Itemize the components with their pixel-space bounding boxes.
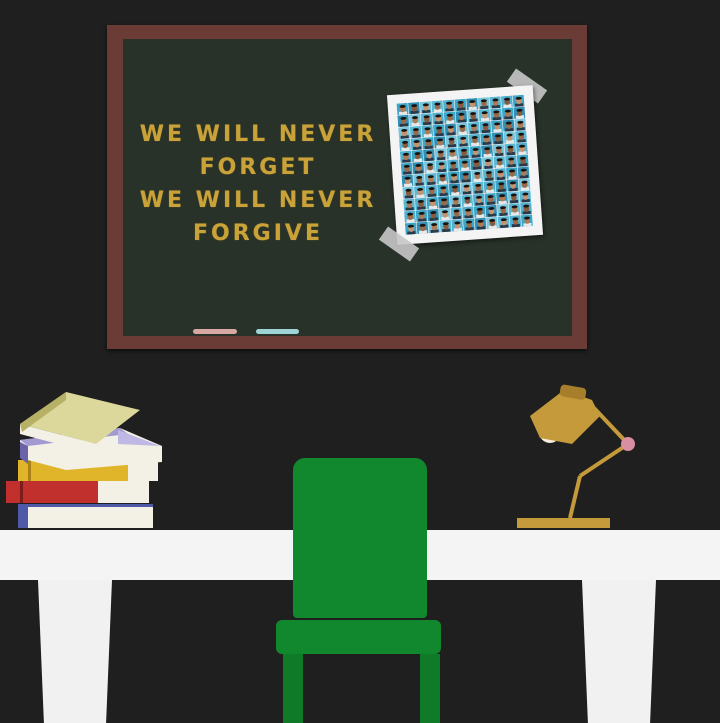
desk-lamp-icon <box>517 384 635 528</box>
message-line-3: WE WILL NEVER <box>139 188 377 213</box>
chair-leg-left <box>283 654 303 723</box>
board-message: WE WILL NEVER FORGET WE WILL NEVER FORGI… <box>118 118 398 250</box>
chair-leg-right <box>420 654 440 723</box>
book-stack-icon <box>6 392 162 528</box>
chalk-pink <box>193 329 237 334</box>
chair-seat <box>276 620 441 654</box>
desk-leg-right <box>582 580 656 723</box>
collage-grid <box>396 94 533 235</box>
scene: WE WILL NEVER FORGET WE WILL NEVER FORGI… <box>0 0 720 723</box>
message-line-4: FORGIVE <box>193 221 323 246</box>
message-line-1: WE WILL NEVER <box>139 122 377 147</box>
chair-icon <box>293 458 427 618</box>
photo-collage-icon <box>386 85 544 245</box>
message-line-2: FORGET <box>199 155 317 180</box>
desk-leg-left <box>38 580 112 723</box>
chalk-blue <box>256 329 299 334</box>
